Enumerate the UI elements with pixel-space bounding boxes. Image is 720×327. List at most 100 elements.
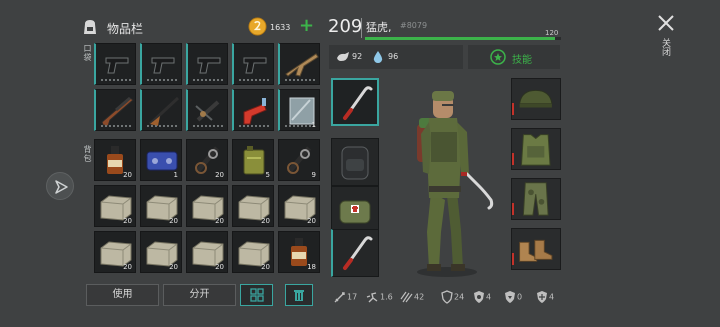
stat-value: 24 [454, 292, 465, 302]
stat-value: 4 [486, 292, 492, 302]
claw-icon [400, 291, 413, 303]
boots-icon [519, 239, 553, 262]
pocket-slot[interactable] [186, 43, 228, 85]
side-menu-button[interactable] [46, 172, 74, 200]
hand-slot[interactable] [331, 138, 379, 186]
hunting-rifle-icon [148, 96, 180, 126]
item-count: 1 [311, 121, 316, 129]
military-cap-icon [519, 89, 553, 108]
crossbow-icon [195, 100, 220, 122]
player-level: 209 [328, 16, 363, 37]
grid-icon [250, 288, 264, 302]
durability-dots [147, 79, 177, 81]
stat-value: 17 [347, 292, 358, 302]
durability-dots [193, 125, 223, 127]
item-count: 20 [307, 217, 316, 225]
pocket-slot[interactable]: 1 [278, 89, 320, 131]
hand-slot[interactable] [331, 229, 379, 277]
durability-dots [285, 79, 315, 81]
item-count: 20 [261, 263, 270, 271]
item-count: 5 [265, 171, 270, 179]
backpack-slot[interactable]: 20 [94, 231, 136, 273]
backpack-slot[interactable]: 20 [232, 231, 274, 273]
body-armor-icon [520, 134, 551, 166]
stat-defense4: 4 [535, 290, 554, 304]
stat-armor: 24 [440, 290, 464, 304]
backpack-slot[interactable]: 1 [140, 139, 182, 181]
trash-button[interactable] [285, 284, 313, 306]
medkit-bag-icon [339, 200, 371, 224]
backpack-slot[interactable]: 20 [94, 139, 136, 181]
close-icon [658, 15, 674, 31]
pocket-slot[interactable] [186, 89, 228, 131]
durability-dots [285, 125, 315, 127]
backpack-slot[interactable]: 20 [186, 231, 228, 273]
gear-slot[interactable] [511, 128, 561, 170]
pocket-slot[interactable] [94, 43, 136, 85]
water-value: 96 [388, 52, 399, 61]
durability-dots [101, 125, 131, 127]
pocket-slot[interactable] [140, 89, 182, 131]
gear-slot[interactable] [511, 228, 561, 270]
flare-gun-icon [243, 98, 267, 125]
coin-count: 1633 [270, 23, 291, 32]
character-figure [417, 91, 494, 277]
backpack-slot[interactable]: 9 [278, 139, 320, 181]
pistol-icon [197, 57, 221, 74]
inventory-title: 物品栏 [107, 22, 144, 36]
add-coins-button[interactable]: + [299, 15, 314, 36]
backpack-slot[interactable]: 20 [186, 139, 228, 181]
camo-pants-icon [522, 182, 549, 216]
xp-bar-fill [365, 37, 556, 40]
backpack-slot[interactable]: 20 [186, 185, 228, 227]
food-icon [337, 52, 349, 61]
stat-damage: 42 [400, 290, 424, 304]
pocket-slot[interactable] [94, 89, 136, 131]
backpack-slot[interactable]: 20 [232, 185, 274, 227]
item-count: 20 [215, 171, 224, 179]
item-count: 9 [311, 171, 316, 179]
inventory-header: 物品栏 1633 + [80, 15, 316, 40]
skills-label: 技能 [512, 55, 532, 66]
pocket-slot[interactable] [278, 43, 320, 85]
pocket-slot[interactable] [232, 43, 274, 85]
durability-dots [147, 125, 177, 127]
close-button[interactable]: 关闭 [655, 14, 677, 70]
send-arrow-icon [55, 180, 68, 194]
hand-slot[interactable]: 16 [331, 186, 379, 256]
stat-defense3: 0 [503, 290, 522, 304]
use-button[interactable]: 使用 [86, 284, 159, 306]
stat-attack: 17 [333, 290, 357, 304]
xp-max: 120 [545, 29, 559, 37]
player-name: 猛虎, [366, 21, 392, 34]
backpack-slot[interactable]: 20 [140, 185, 182, 227]
sword-icon [334, 292, 345, 303]
backpack-icon [84, 20, 96, 34]
backpack-slot[interactable]: 18 [278, 231, 320, 273]
stat-value: 42 [414, 292, 425, 302]
item-count: 18 [307, 263, 316, 271]
cold-shield-icon [537, 291, 547, 303]
pocket-slot[interactable] [140, 43, 182, 85]
durability-dots [239, 125, 269, 127]
backpack-slot[interactable]: 20 [278, 185, 320, 227]
hand-slot[interactable] [331, 78, 379, 126]
pocket-slot[interactable] [232, 89, 274, 131]
durability-dots [101, 79, 131, 81]
water-drop-icon [373, 51, 383, 63]
skills-button[interactable]: 技能 [468, 45, 560, 69]
backpack-icon [341, 146, 369, 180]
backpack-slot[interactable]: 5 [232, 139, 274, 181]
gear-slot[interactable] [511, 78, 561, 120]
stat-value: 1.6 [380, 292, 393, 302]
backpack-slot[interactable]: 20 [94, 185, 136, 227]
backpack-slot[interactable]: 20 [140, 231, 182, 273]
armor-shield-icon [474, 291, 484, 303]
split-button[interactable]: 分开 [163, 284, 236, 306]
gear-slot[interactable] [511, 178, 561, 220]
item-count: 20 [123, 263, 132, 271]
rifle-icon [285, 53, 319, 77]
sort-grid-button[interactable] [240, 284, 273, 306]
shield-icon [441, 290, 453, 304]
stat-value: 4 [549, 292, 555, 302]
